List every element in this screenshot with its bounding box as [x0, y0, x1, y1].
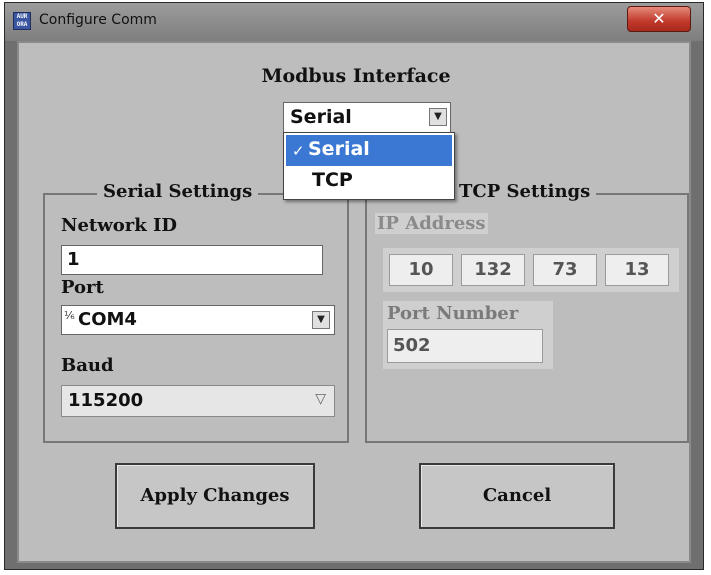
close-button[interactable]: ✕: [627, 6, 691, 32]
window-title: Configure Comm: [39, 12, 157, 28]
dropdown-option-label: Serial: [308, 138, 370, 160]
serial-settings-group: Serial Settings Network ID 1 Port ⅙ COM4…: [43, 181, 349, 443]
port-number-label: Port Number: [387, 303, 519, 324]
modbus-interface-dropdown-list: ✓ Serial TCP: [283, 132, 455, 200]
tcp-settings-group: TCP Settings IP Address 10 132 73 13 Por…: [365, 181, 689, 443]
modbus-interface-selected-value: Serial: [290, 106, 352, 128]
serial-settings-legend: Serial Settings: [97, 181, 259, 202]
apply-changes-button[interactable]: Apply Changes: [115, 463, 315, 529]
cancel-button[interactable]: Cancel: [419, 463, 615, 529]
chevron-down-icon[interactable]: ▼: [312, 311, 330, 329]
triangle-down-icon: ▽: [315, 391, 326, 407]
port-type-icon: ⅙: [64, 309, 75, 322]
baud-selected-value: 115200: [68, 390, 144, 411]
dropdown-option-serial[interactable]: ✓ Serial: [286, 135, 452, 166]
dropdown-option-label: TCP: [312, 169, 353, 191]
modbus-interface-select[interactable]: Serial ▼: [283, 102, 451, 133]
chevron-down-icon[interactable]: ▼: [429, 108, 447, 126]
close-icon: ✕: [652, 9, 666, 28]
title-bar[interactable]: AUR ORA Configure Comm ✕: [5, 3, 703, 41]
baud-select[interactable]: 115200 ▽: [61, 385, 335, 417]
dialog-client-area: Modbus Interface Serial ▼ ✓ Serial TCP S…: [17, 41, 691, 563]
ip-address-fields: 10 132 73 13: [383, 248, 679, 292]
baud-label: Baud: [61, 355, 114, 376]
ip-octet-4[interactable]: 13: [605, 254, 669, 286]
port-selected-value: COM4: [78, 309, 137, 330]
port-select[interactable]: ⅙ COM4 ▼: [61, 305, 335, 335]
configure-comm-window: AUR ORA Configure Comm ✕ Modbus Interface…: [4, 2, 704, 570]
modbus-interface-heading: Modbus Interface: [261, 65, 451, 87]
app-icon: AUR ORA: [13, 12, 31, 30]
dropdown-option-tcp[interactable]: TCP: [286, 169, 452, 200]
tcp-settings-legend: TCP Settings: [453, 181, 597, 202]
checkmark-icon: ✓: [292, 142, 305, 160]
ip-address-label: IP Address: [375, 213, 488, 234]
port-number-field[interactable]: 502: [387, 329, 543, 363]
network-id-label: Network ID: [61, 215, 177, 236]
ip-octet-1[interactable]: 10: [389, 254, 453, 286]
ip-octet-3[interactable]: 73: [533, 254, 597, 286]
ip-octet-2[interactable]: 132: [461, 254, 525, 286]
network-id-field[interactable]: 1: [61, 245, 323, 275]
port-label: Port: [61, 277, 104, 298]
port-number-section: Port Number 502: [383, 301, 553, 369]
